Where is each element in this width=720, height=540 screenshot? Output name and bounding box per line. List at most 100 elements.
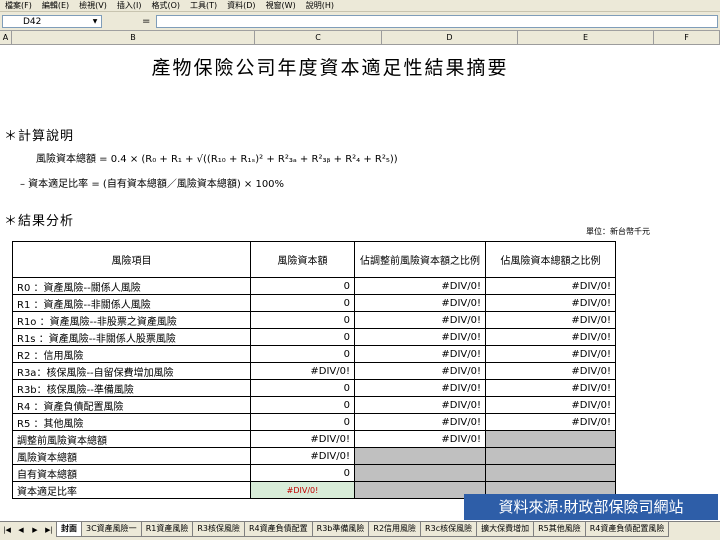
menu-file[interactable]: 檔案(F)	[0, 0, 37, 11]
row-item[interactable]: R5 ：其他風險	[12, 413, 251, 431]
row-pct-pre[interactable]: #DIV/0!	[354, 413, 486, 431]
header-pct-total[interactable]: 佔風險資本總額之比例	[485, 241, 616, 278]
row-pct-total[interactable]: #DIV/0!	[485, 311, 616, 329]
row-pct-pre[interactable]: #DIV/0!	[354, 430, 486, 448]
row-capital[interactable]: 0	[250, 413, 355, 431]
row-item[interactable]: R3b：核保風險--準備風險	[12, 379, 251, 397]
row-pct-pre[interactable]: #DIV/0!	[354, 396, 486, 414]
row-pct-pre[interactable]	[354, 447, 486, 465]
row-pct-total[interactable]: #DIV/0!	[485, 294, 616, 312]
row-item[interactable]: R0 ：資產風險--關係人風險	[12, 277, 251, 295]
menu-tools[interactable]: 工具(T)	[185, 0, 222, 11]
table-row: R1 ：資產風險--非關係人風險 0 #DIV/0! #DIV/0!	[12, 294, 616, 312]
column-header-c[interactable]: C	[255, 31, 382, 45]
row-capital[interactable]: #DIV/0!	[250, 481, 355, 499]
adequacy-ratio-formula: – 資本適足比率 = (自有資本總額／風險資本總額) × 100%	[20, 179, 285, 190]
row-pct-total[interactable]	[485, 430, 616, 448]
tab-scroll-prev-icon[interactable]: ◀	[14, 522, 28, 538]
sheet-tab[interactable]: 封面	[56, 522, 82, 537]
row-capital[interactable]: 0	[250, 277, 355, 295]
results-table: 風險項目 風險資本額 佔調整前風險資本額之比例 佔風險資本總額之比例 R0 ：資…	[12, 241, 616, 499]
sheet-tab[interactable]: 3C資產風險一	[81, 522, 142, 537]
row-capital[interactable]: #DIV/0!	[250, 430, 355, 448]
row-pct-pre[interactable]: #DIV/0!	[354, 277, 486, 295]
sheet-tab[interactable]: R1資產風險	[140, 522, 194, 537]
row-pct-total[interactable]: #DIV/0!	[485, 277, 616, 295]
formula-input[interactable]	[156, 15, 718, 28]
row-pct-total[interactable]	[485, 447, 616, 465]
row-pct-pre[interactable]: #DIV/0!	[354, 362, 486, 380]
sheet-tab[interactable]: R3核保風險	[192, 522, 245, 537]
row-item[interactable]: 資本適足比率	[12, 481, 251, 499]
row-pct-total[interactable]: #DIV/0!	[485, 413, 616, 431]
row-item[interactable]: R1 ：資產風險--非關係人風險	[12, 294, 251, 312]
name-box[interactable]: D42	[2, 15, 102, 28]
page-title: 產物保險公司年度資本適足性結果摘要	[151, 57, 509, 79]
header-risk-item[interactable]: 風險項目	[12, 241, 251, 278]
chevron-down-icon[interactable]: ▼	[90, 16, 100, 27]
column-header-e[interactable]: E	[518, 31, 654, 45]
table-row: R1o ：資產風險--非股票之資產風險 0 #DIV/0! #DIV/0!	[12, 311, 616, 329]
column-header-a[interactable]: A	[0, 31, 12, 45]
menu-window[interactable]: 視窗(W)	[261, 0, 301, 11]
menu-help[interactable]: 說明(H)	[301, 0, 339, 11]
column-header-f[interactable]: F	[654, 31, 720, 45]
sheet-tab[interactable]: R4資產負債配置	[244, 522, 313, 537]
row-capital[interactable]: 0	[250, 328, 355, 346]
row-item[interactable]: 調整前風險資本總額	[12, 430, 251, 448]
row-capital[interactable]: #DIV/0!	[250, 447, 355, 465]
menu-format[interactable]: 格式(O)	[146, 0, 185, 11]
table-row: R3b：核保風險--準備風險 0 #DIV/0! #DIV/0!	[12, 379, 616, 397]
row-pct-total[interactable]: #DIV/0!	[485, 362, 616, 380]
menu-edit[interactable]: 編輯(E)	[37, 0, 74, 11]
row-capital[interactable]: #DIV/0!	[250, 362, 355, 380]
row-item[interactable]: R4 ：資產負債配置風險	[12, 396, 251, 414]
row-item[interactable]: 自有資本總額	[12, 464, 251, 482]
row-pct-pre[interactable]: #DIV/0!	[354, 328, 486, 346]
sheet-tab[interactable]: R3c核保風險	[420, 522, 478, 537]
worksheet[interactable]: 產物保險公司年度資本適足性結果摘要 ＊計算說明 風險資本總額 = 0.4 × (…	[0, 45, 720, 521]
row-pct-pre[interactable]: #DIV/0!	[354, 311, 486, 329]
table-row: 風險資本總額 #DIV/0!	[12, 447, 616, 465]
row-item[interactable]: R3a：核保風險--自留保費增加風險	[12, 362, 251, 380]
header-risk-capital[interactable]: 風險資本額	[250, 241, 355, 278]
sheet-tab[interactable]: R3b準備風險	[311, 522, 370, 537]
row-pct-total[interactable]	[485, 464, 616, 482]
row-pct-total[interactable]: #DIV/0!	[485, 328, 616, 346]
table-row: R0 ：資產風險--關係人風險 0 #DIV/0! #DIV/0!	[12, 277, 616, 295]
row-pct-pre[interactable]	[354, 464, 486, 482]
sheet-tab[interactable]: 擴大保費增加	[476, 522, 535, 537]
row-pct-total[interactable]: #DIV/0!	[485, 345, 616, 363]
sheet-tab[interactable]: R2信用風險	[368, 522, 422, 537]
tab-scroll-first-icon[interactable]: |◀	[0, 522, 14, 538]
row-item[interactable]: R1s ：資產風險--非關係人股票風險	[12, 328, 251, 346]
tab-scroll-next-icon[interactable]: ▶	[28, 522, 42, 538]
row-capital[interactable]: 0	[250, 294, 355, 312]
row-capital[interactable]: 0	[250, 396, 355, 414]
row-capital[interactable]: 0	[250, 464, 355, 482]
row-capital[interactable]: 0	[250, 379, 355, 397]
row-pct-pre[interactable]: #DIV/0!	[354, 379, 486, 397]
header-pct-pre[interactable]: 佔調整前風險資本額之比例	[354, 241, 486, 278]
row-item[interactable]: R1o ：資產風險--非股票之資產風險	[12, 311, 251, 329]
menu-data[interactable]: 資料(D)	[222, 0, 260, 11]
column-header-b[interactable]: B	[12, 31, 255, 45]
table-row: R5 ：其他風險 0 #DIV/0! #DIV/0!	[12, 413, 616, 431]
source-banner: 資料來源:財政部保險司網站	[464, 494, 718, 520]
sheet-tab-bar: |◀ ◀ ▶ ▶| 封面 3C資產風險一 R1資產風險 R3核保風險 R4資產負…	[0, 521, 720, 540]
row-pct-total[interactable]: #DIV/0!	[485, 379, 616, 397]
calc-heading: ＊計算說明	[4, 129, 75, 144]
sheet-tab[interactable]: R5其他風險	[533, 522, 586, 537]
sheet-tab[interactable]: R4資產負債配置風險	[584, 522, 670, 537]
menu-view[interactable]: 檢視(V)	[74, 0, 112, 11]
row-pct-pre[interactable]: #DIV/0!	[354, 294, 486, 312]
menu-insert[interactable]: 插入(I)	[112, 0, 147, 11]
row-item[interactable]: 風險資本總額	[12, 447, 251, 465]
row-capital[interactable]: 0	[250, 345, 355, 363]
row-pct-total[interactable]: #DIV/0!	[485, 396, 616, 414]
row-pct-pre[interactable]: #DIV/0!	[354, 345, 486, 363]
row-item[interactable]: R2 ：信用風險	[12, 345, 251, 363]
row-capital[interactable]: 0	[250, 311, 355, 329]
tab-scroll-last-icon[interactable]: ▶|	[42, 522, 56, 538]
column-header-d[interactable]: D	[382, 31, 518, 45]
